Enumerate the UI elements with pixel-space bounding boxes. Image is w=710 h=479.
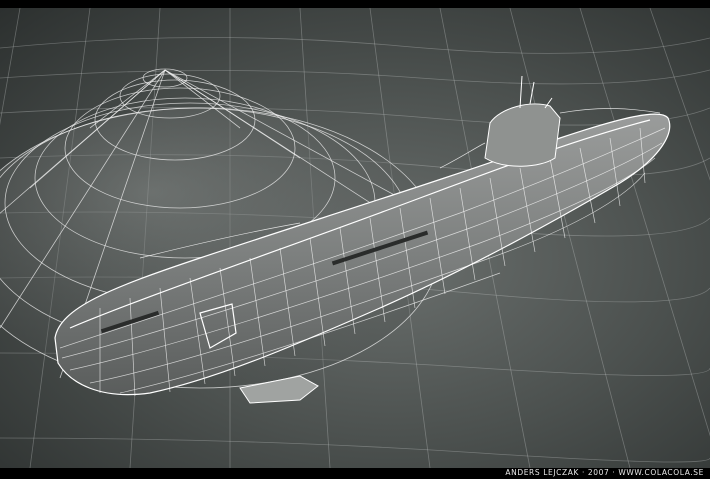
image-frame: ANDERS LEJCZAK · 2007 · WWW.COLACOLA.SE (0, 0, 710, 479)
render-scene (0, 8, 710, 468)
credit-caption: ANDERS LEJCZAK · 2007 · WWW.COLACOLA.SE (505, 468, 704, 477)
